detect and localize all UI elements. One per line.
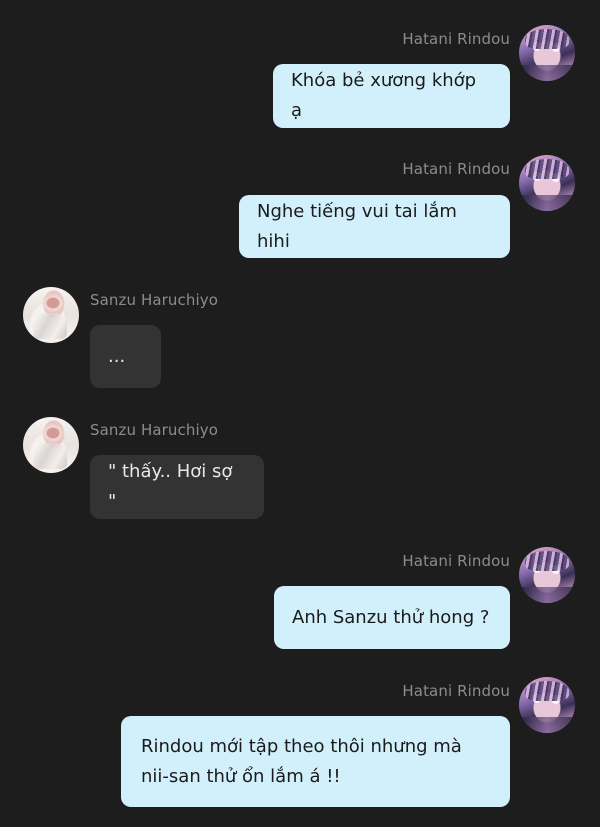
- avatar[interactable]: [519, 547, 575, 603]
- avatar[interactable]: [23, 417, 79, 473]
- avatar[interactable]: [519, 155, 575, 211]
- message-text: Khóa bẻ xương khớp ạ: [291, 70, 477, 121]
- avatar[interactable]: [519, 677, 575, 733]
- message-text: ...: [108, 345, 126, 367]
- sender-name: Hatani Rindou: [402, 552, 510, 570]
- message-text: Anh Sanzu thử hong ?: [292, 606, 490, 628]
- message-bubble[interactable]: ...: [90, 325, 161, 388]
- message-text: Nghe tiếng vui tai lắm hihi: [257, 200, 457, 252]
- message-text: " thấy.. Hơi sợ ": [108, 461, 233, 512]
- chat-thread: Hatani Rindou Khóa bẻ xương khớp ạ Hatan…: [0, 0, 600, 827]
- sender-name: Hatani Rindou: [402, 682, 510, 700]
- message-bubble[interactable]: Khóa bẻ xương khớp ạ: [273, 64, 510, 128]
- sender-name: Hatani Rindou: [402, 30, 510, 48]
- avatar[interactable]: [23, 287, 79, 343]
- message-bubble[interactable]: Rindou mới tập theo thôi nhưng mà nii-sa…: [121, 716, 510, 807]
- sender-name: Hatani Rindou: [402, 160, 510, 178]
- avatar[interactable]: [519, 25, 575, 81]
- message-text: Rindou mới tập theo thôi nhưng mà nii-sa…: [141, 735, 462, 787]
- message-bubble[interactable]: Anh Sanzu thử hong ?: [274, 586, 510, 649]
- message-bubble[interactable]: " thấy.. Hơi sợ ": [90, 455, 264, 519]
- sender-name: Sanzu Haruchiyo: [90, 291, 218, 309]
- message-bubble[interactable]: Nghe tiếng vui tai lắm hihi: [239, 195, 510, 258]
- sender-name: Sanzu Haruchiyo: [90, 421, 218, 439]
